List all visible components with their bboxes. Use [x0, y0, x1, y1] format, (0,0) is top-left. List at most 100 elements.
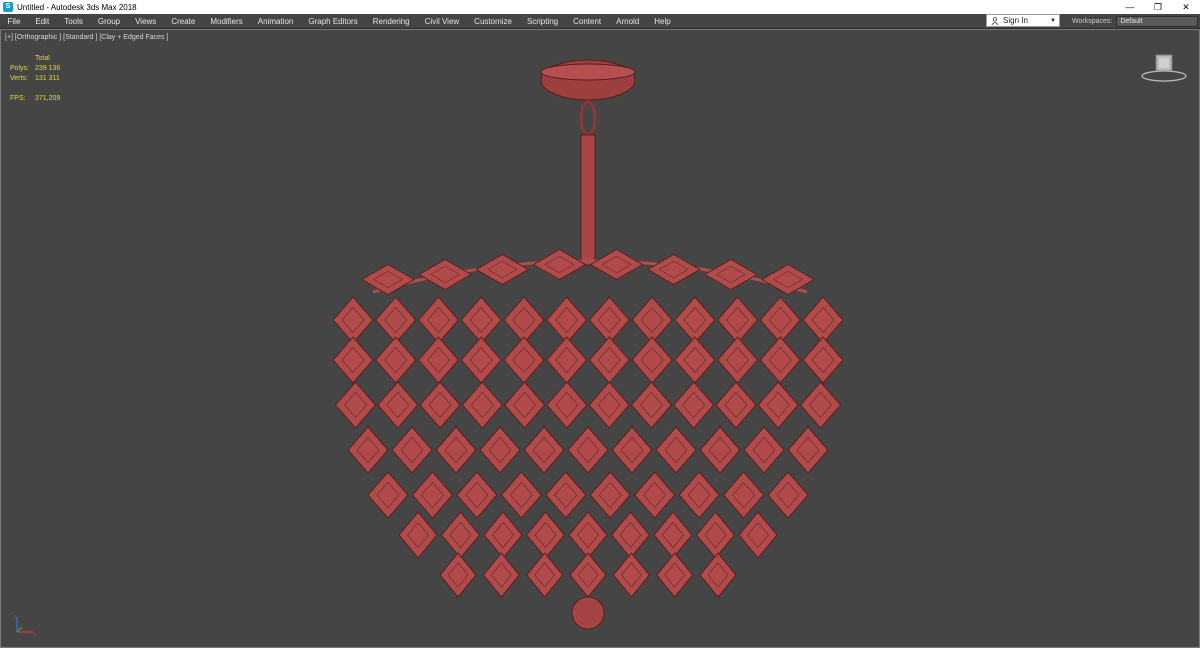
crystal-pendant — [482, 552, 520, 598]
crystal-pendant — [567, 426, 609, 474]
menu-rendering[interactable]: Rendering — [365, 17, 417, 26]
crystal-pendant — [375, 336, 417, 384]
crystal-pendant — [802, 296, 844, 344]
crystal-pendant — [716, 336, 759, 384]
crystal-pendant — [456, 471, 498, 519]
workspaces-select[interactable]: Default — [1116, 15, 1199, 27]
menu-help[interactable]: Help — [647, 17, 678, 26]
menu-scripting[interactable]: Scripting — [519, 17, 565, 26]
crystal-pendant — [588, 381, 630, 429]
crystal-pendant — [703, 258, 758, 291]
crystal-pendant — [334, 381, 377, 429]
menu-group[interactable]: Group — [90, 17, 127, 26]
crystal-pendant — [674, 336, 716, 384]
crystal-pendant — [743, 426, 785, 474]
crystal-pendant — [475, 253, 530, 286]
crystal-pendant — [375, 296, 417, 344]
chandelier-model[interactable] — [1, 30, 1199, 647]
crystal-pendant — [653, 511, 693, 559]
3dsmax-app-icon[interactable]: S — [3, 2, 13, 12]
crystal-pendant — [695, 511, 736, 559]
sign-in-label: Sign In — [1003, 16, 1028, 25]
crystal-pendant — [646, 253, 701, 286]
crystal-pendant — [411, 471, 454, 519]
crystal-pendant — [440, 511, 481, 559]
crystal-pendant — [398, 511, 438, 559]
menu-graph-editors[interactable]: Graph Editors — [301, 17, 365, 26]
chain-link — [579, 100, 597, 136]
menu-animation[interactable]: Animation — [250, 17, 301, 26]
menu-modifiers[interactable]: Modifiers — [203, 17, 250, 26]
crystal-pendant — [419, 381, 461, 429]
crystal-pendant — [699, 426, 741, 474]
crystal-pendant — [418, 258, 473, 291]
workspaces-control: Workspaces: Default — [1072, 14, 1199, 28]
crystal-pendant — [435, 426, 477, 474]
svg-text:x: x — [33, 632, 36, 638]
crystal-pendant — [503, 381, 546, 429]
crystal-pendant — [332, 336, 374, 384]
crystal-pendant — [588, 296, 631, 344]
menu-tools[interactable]: Tools — [57, 17, 91, 26]
canopy-top — [540, 63, 636, 81]
crystal-pendant — [391, 426, 433, 474]
crystal-pendant — [757, 381, 799, 429]
restore-button[interactable]: ❐ — [1144, 0, 1172, 14]
crystal-pendant — [503, 336, 545, 384]
crystal-pendant — [760, 263, 816, 296]
crystal-pendant — [589, 471, 631, 519]
minimize-button[interactable]: — — [1116, 0, 1144, 14]
crystal-pendant — [674, 296, 716, 344]
menu-civil-view[interactable]: Civil View — [417, 17, 467, 26]
title-bar: S Untitled - Autodesk 3ds Max 2018 — ❐ ✕ — [0, 0, 1200, 14]
crystal-pendant — [612, 552, 650, 598]
sign-in-dropdown[interactable]: Sign In ▼ — [986, 14, 1060, 27]
crystal-pendant — [483, 511, 523, 559]
crystal-pendant — [655, 426, 697, 474]
crystal-pendant — [532, 248, 587, 281]
crystal-pendant — [611, 426, 653, 474]
crystal-pendant — [545, 471, 587, 519]
crystal-pendant — [545, 336, 588, 384]
crystal-pendant — [347, 426, 389, 474]
close-button[interactable]: ✕ — [1172, 0, 1200, 14]
crystal-pendant — [589, 248, 644, 281]
crystal-pendant — [417, 336, 460, 384]
crystal-pendant — [460, 296, 502, 344]
crystal-pendant — [738, 511, 778, 559]
crystal-pendant — [377, 381, 419, 429]
crystal-pendant — [630, 381, 673, 429]
crystal-pendant — [767, 471, 809, 519]
workspaces-label: Workspaces: — [1072, 17, 1113, 25]
menu-views[interactable]: Views — [128, 17, 164, 26]
crystal-pendant — [799, 381, 842, 429]
crystal-pendant — [716, 296, 759, 344]
menu-content[interactable]: Content — [566, 17, 609, 26]
menu-file[interactable]: File — [0, 17, 28, 26]
crystal-pendant — [461, 381, 503, 429]
menu-create[interactable]: Create — [164, 17, 203, 26]
user-icon — [991, 16, 999, 25]
crystal-pendant — [610, 511, 651, 559]
rod — [580, 134, 596, 266]
crystal-pendant — [759, 336, 801, 384]
crystal-pendant — [545, 296, 588, 344]
window-title: Untitled - Autodesk 3ds Max 2018 — [17, 2, 137, 12]
menu-edit[interactable]: Edit — [28, 17, 57, 26]
menu-arnold[interactable]: Arnold — [609, 17, 647, 26]
bottom-ball — [571, 596, 605, 630]
crystal-pendant — [479, 426, 521, 474]
crystal-pendant — [523, 426, 565, 474]
perspective-viewport[interactable]: [+] [Orthographic ] [Standard ] [Clay + … — [0, 29, 1200, 648]
crystal-pendant — [631, 336, 673, 384]
crystal-pendant — [503, 296, 545, 344]
crystal-pendant — [417, 296, 460, 344]
crystal-pendant — [569, 552, 607, 598]
menu-customize[interactable]: Customize — [467, 17, 520, 26]
crystal-pendant — [332, 296, 374, 344]
axis-tripod-icon: z x — [14, 614, 36, 638]
crystal-pendant — [588, 336, 631, 384]
crystal-pendant — [787, 426, 829, 474]
chevron-down-icon: ▼ — [1050, 17, 1056, 24]
crystal-pendant — [568, 511, 608, 559]
